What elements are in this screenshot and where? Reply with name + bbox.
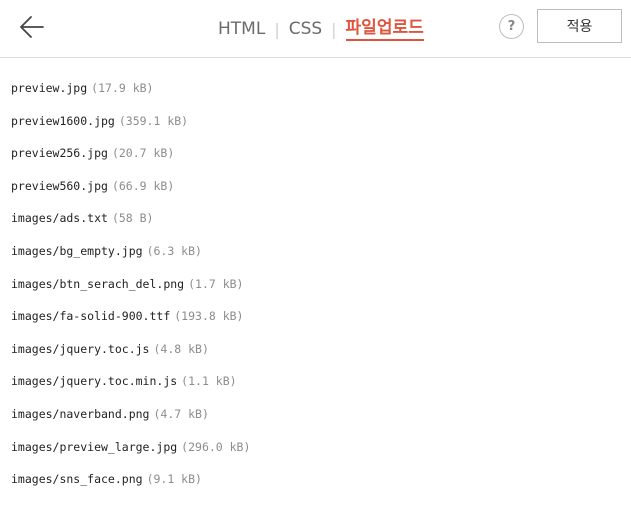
- file-name: images/jquery.toc.js: [11, 341, 150, 356]
- apply-button[interactable]: 적용: [537, 9, 622, 43]
- tab-css[interactable]: CSS: [289, 19, 322, 39]
- file-name: images/jquery.toc.min.js: [11, 374, 178, 389]
- file-name: images/fa-solid-900.ttf: [11, 309, 171, 324]
- file-size: (20.7 kB): [111, 146, 175, 161]
- file-name: images/btn_serach_del.png: [11, 276, 185, 291]
- file-name: images/ads.txt: [11, 211, 108, 226]
- file-name: images/sns_face.png: [11, 472, 143, 487]
- file-size: (66.9 kB): [111, 178, 175, 193]
- file-size: (1.7 kB): [188, 276, 244, 291]
- question-icon: ?: [507, 19, 516, 34]
- file-size: (193.8 kB): [174, 309, 244, 324]
- file-size: (9.1 kB): [146, 472, 202, 487]
- back-button[interactable]: [18, 13, 46, 41]
- file-item[interactable]: preview.jpg (17.9 kB): [11, 81, 631, 114]
- file-item[interactable]: preview1600.jpg (359.1 kB): [11, 114, 631, 147]
- file-item[interactable]: images/sns_face.png (9.1 kB): [11, 472, 631, 505]
- tab-file-upload[interactable]: 파일업로드: [345, 18, 424, 41]
- file-size: (17.9 kB): [91, 81, 154, 95]
- file-item[interactable]: images/jquery.toc.min.js (1.1 kB): [11, 374, 631, 407]
- file-name: images/bg_empty.jpg: [11, 243, 143, 258]
- file-name: images/preview_large.jpg: [11, 439, 178, 454]
- file-name: preview560.jpg: [11, 178, 108, 193]
- file-name: preview256.jpg: [11, 146, 108, 161]
- top-bar: HTML | CSS | 파일업로드 ? 적용: [0, 0, 631, 58]
- tab-separator: |: [331, 19, 337, 39]
- file-size: (4.8 kB): [153, 341, 209, 356]
- help-button[interactable]: ?: [499, 14, 524, 39]
- arrow-left-icon: [20, 16, 44, 38]
- file-item[interactable]: images/naverband.png (4.7 kB): [11, 407, 631, 440]
- tab-separator: |: [274, 19, 280, 39]
- file-item[interactable]: images/btn_serach_del.png (1.7 kB): [11, 277, 631, 310]
- file-size: (58 B): [111, 211, 154, 226]
- file-list: preview.jpg (17.9 kB) preview1600.jpg (359.…: [0, 58, 631, 505]
- file-size: (359.1 kB): [118, 113, 189, 128]
- file-size: (6.3 kB): [146, 243, 202, 258]
- file-size: (296.0 kB): [181, 439, 251, 454]
- tab-html[interactable]: HTML: [218, 19, 265, 39]
- file-item[interactable]: images/ads.txt (58 B): [11, 211, 631, 244]
- file-name: images/naverband.png: [11, 406, 150, 421]
- file-name: preview.jpg: [11, 81, 88, 95]
- file-item[interactable]: images/bg_empty.jpg (6.3 kB): [11, 244, 631, 277]
- tab-bar: HTML | CSS | 파일업로드: [218, 0, 424, 58]
- file-item[interactable]: images/fa-solid-900.ttf (193.8 kB): [11, 309, 631, 342]
- file-item[interactable]: preview560.jpg (66.9 kB): [11, 179, 631, 212]
- file-size: (1.1 kB): [181, 374, 237, 389]
- file-item[interactable]: preview256.jpg (20.7 kB): [11, 146, 631, 179]
- file-item[interactable]: images/preview_large.jpg (296.0 kB): [11, 440, 631, 473]
- file-size: (4.7 kB): [153, 406, 209, 421]
- file-item[interactable]: images/jquery.toc.js (4.8 kB): [11, 342, 631, 375]
- file-name: preview1600.jpg: [11, 113, 115, 128]
